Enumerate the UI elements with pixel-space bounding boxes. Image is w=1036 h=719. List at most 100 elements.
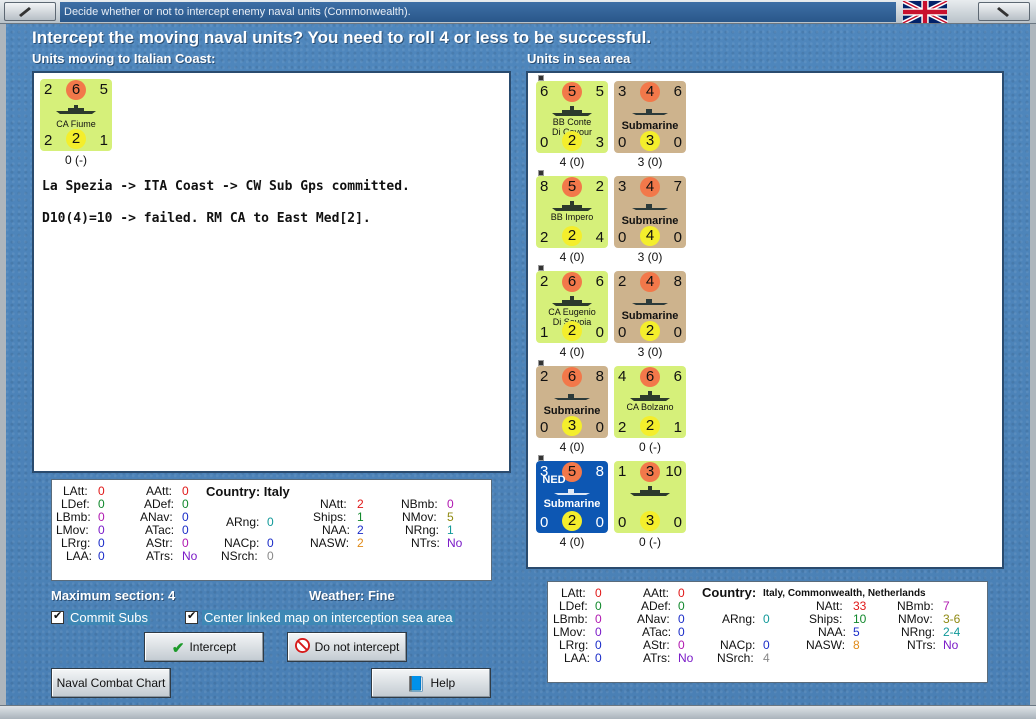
sea-area-label: Units in sea area — [527, 51, 631, 66]
stat-value: 2 — [357, 536, 364, 550]
stat-label: LDef: — [61, 497, 90, 511]
stat-label: ARng: — [226, 515, 260, 529]
commit-subs-checkbox[interactable]: Commit Subs — [51, 609, 151, 625]
maximize-button[interactable] — [978, 2, 1030, 21]
counter-value: 0 — [595, 324, 604, 341]
stat-label: ARng: — [722, 612, 756, 626]
center-map-checkbox[interactable]: Center linked map on interception sea ar… — [185, 609, 455, 625]
intercept-button[interactable]: ✔ Intercept — [144, 632, 264, 662]
stat-value: 3-6 — [943, 612, 961, 626]
unit-name: Submarine — [621, 215, 679, 227]
unit-counter[interactable]: 3 4 7 Submarine 0 4 0 — [614, 176, 686, 248]
stat-value: 0 — [678, 599, 685, 613]
unit-status: 4 (0) — [559, 250, 585, 264]
counter-value: 0 — [595, 514, 604, 531]
unit-name: CA Eugenio — [548, 307, 596, 317]
unit-name: Submarine — [543, 498, 601, 510]
checkbox-checked-icon[interactable] — [185, 609, 198, 624]
counter-value: 4 — [640, 177, 660, 197]
do-not-intercept-button[interactable]: Do not intercept — [287, 632, 407, 662]
unit-counter[interactable]: 1 3 10 0 3 0 — [614, 461, 686, 533]
counter-value: 2 — [540, 229, 549, 246]
stat-label: LRrg: — [61, 536, 91, 550]
unit-counter[interactable]: 8 5 2 BB Impero 2 2 4 — [536, 176, 608, 248]
stat-label: NASW: — [806, 638, 846, 652]
unit-counter[interactable]: 266CA EugenioDi Savoia120 — [536, 271, 608, 343]
naval-combat-chart-button[interactable]: Naval Combat Chart — [51, 668, 171, 698]
stat-value: 0 — [763, 638, 770, 652]
counter-value: 0 — [595, 419, 604, 436]
minimize-button[interactable] — [4, 2, 56, 21]
stat-value: 0 — [267, 549, 274, 563]
right-stats-panel: LAtt: 0 LDef: 0 LBmb: 0 LMov: 0 LRrg: 0 LAA: 0… — [547, 581, 988, 683]
unit-counter[interactable]: 3 4 6 Submarine 0 3 0 — [614, 81, 686, 153]
stat-value: 1 — [447, 523, 454, 537]
stat-label: AStr: — [146, 536, 173, 550]
counter-value: 7 — [673, 178, 682, 195]
counter-value: 6 — [66, 80, 86, 100]
counter-value: 2 — [595, 178, 604, 195]
counter-value: 5 — [595, 83, 604, 100]
counter-value: 6 — [562, 272, 582, 292]
submarine-icon — [554, 489, 590, 495]
left-stats-panel: LAtt: 0 LDef: 0 LBmb: 0 LMov: 0 LRrg: 0 LAA: 0… — [51, 479, 492, 581]
uk-flag-icon — [902, 1, 948, 23]
stat-label: LBmb: — [553, 612, 588, 626]
help-button[interactable]: 📘 Help — [371, 668, 491, 698]
unit-counter[interactable]: 4 6 6 CA Bolzano 2 2 1 — [614, 366, 686, 438]
stat-value: 0 — [98, 510, 105, 524]
checkbox-checked-icon[interactable] — [51, 609, 64, 624]
stat-value: 5 — [447, 510, 454, 524]
maximize-icon — [997, 7, 1009, 17]
counter-value: 6 — [562, 367, 582, 387]
commit-subs-label: Commit Subs — [68, 610, 151, 625]
unit-counter[interactable]: 2 4 8 Submarine 0 2 0 — [614, 271, 686, 343]
stat-label: ATac: — [642, 625, 672, 639]
counter-value: 0 — [618, 514, 627, 531]
stat-value: 5 — [853, 625, 860, 639]
counter-value: 6 — [640, 367, 660, 387]
counter-value: 10 — [665, 463, 682, 480]
unit-counter-moving[interactable]: 2 6 5 CA Fiume 2 2 1 — [40, 79, 112, 151]
stat-label: NBmb: — [401, 497, 438, 511]
stat-label: NMov: — [402, 510, 437, 524]
stat-label: NACp: — [720, 638, 756, 652]
stat-value: 0 — [447, 497, 454, 511]
unit-status: 0 (-) — [65, 153, 87, 167]
counter-value: 2 — [540, 273, 549, 290]
moving-units-panel: 2 6 5 CA Fiume 2 2 1 0 (-) La Spezia -> … — [32, 71, 511, 473]
stat-label: NBmb: — [897, 599, 934, 613]
stat-value: 0 — [98, 523, 105, 537]
stat-value: 0 — [595, 638, 602, 652]
log-line: La Spezia -> ITA Coast -> CW Sub Gps com… — [42, 179, 410, 194]
counter-value: 1 — [618, 463, 627, 480]
unit-counter[interactable]: 655BB ConteDi Cavour023 — [536, 81, 608, 153]
stat-value: 8 — [853, 638, 860, 652]
stat-value: 2 — [357, 523, 364, 537]
stat-value: 0 — [678, 612, 685, 626]
stat-label: AAtt: — [146, 484, 173, 498]
stat-label: LAtt: — [561, 586, 586, 600]
counter-value: 6 — [673, 83, 682, 100]
stat-label: LDef: — [559, 599, 588, 613]
stat-value: 10 — [853, 612, 867, 626]
counter-value: 3 — [640, 511, 660, 531]
counter-value: 3 — [640, 462, 660, 482]
counter-value: 5 — [562, 177, 582, 197]
stat-value: No — [678, 651, 694, 665]
unit-status: 3 (0) — [637, 250, 663, 264]
counter-value: 3 — [595, 134, 604, 151]
stat-value: 0 — [763, 612, 770, 626]
stat-label: LAtt: — [63, 484, 88, 498]
counter-value: 2 — [640, 321, 660, 341]
unit-name: Submarine — [621, 120, 679, 132]
unit-counter[interactable]: 2 6 8 Submarine 0 3 0 — [536, 366, 608, 438]
unit-counter[interactable]: 3 5 8 NED Submarine 0 2 0 — [536, 461, 608, 533]
moving-units-label: Units moving to Italian Coast: — [32, 51, 216, 66]
stat-value: 1 — [357, 510, 364, 524]
counter-value: 3 — [562, 416, 582, 436]
submarine-icon — [554, 394, 590, 400]
stat-value: 0 — [182, 523, 189, 537]
stat-value: 0 — [182, 510, 189, 524]
stat-label: Ships: — [313, 510, 347, 524]
